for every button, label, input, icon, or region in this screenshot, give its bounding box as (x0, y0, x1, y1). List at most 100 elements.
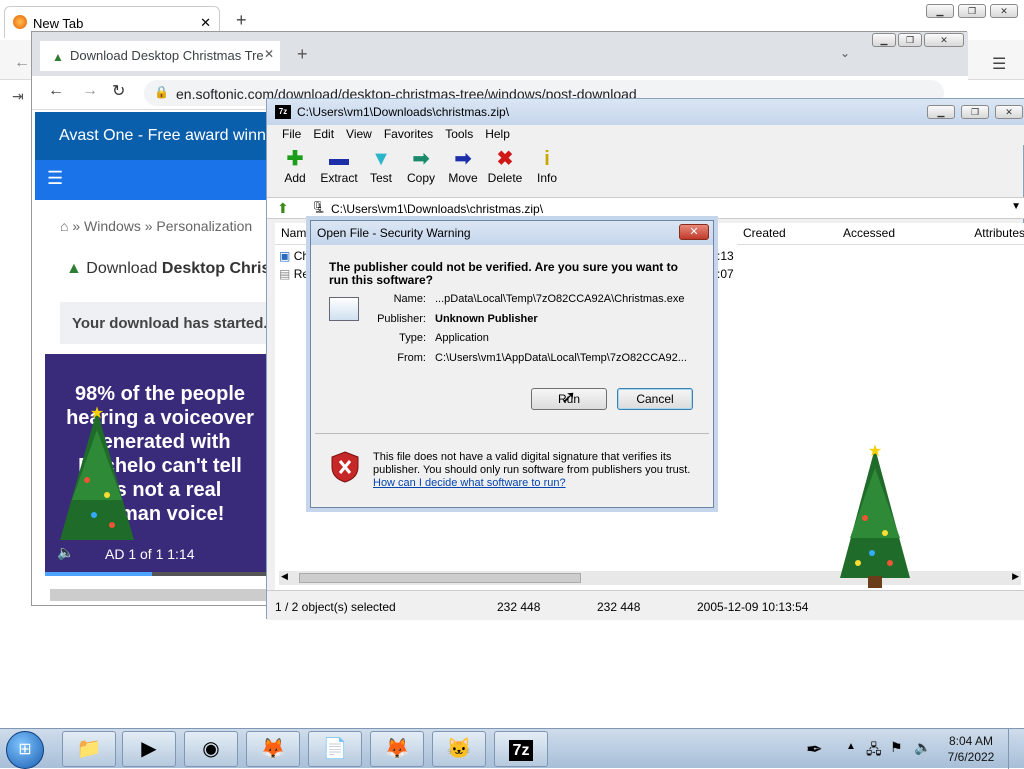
column-accessed[interactable]: Accessed (837, 223, 937, 245)
toolbar-copy-button[interactable]: ➡ Copy (399, 147, 443, 191)
7zip-close-button[interactable]: ✕ (995, 105, 1023, 119)
chrome-tab[interactable]: ▲ Download Desktop Christmas Tre (40, 41, 280, 71)
chrome-maximize-button[interactable]: ❐ (898, 33, 922, 47)
hamburger-icon[interactable]: ☰ (47, 168, 63, 189)
show-hidden-icons[interactable]: ▲ (846, 741, 856, 752)
scroll-left-icon[interactable]: ◀ (281, 571, 288, 582)
home-icon[interactable]: ⌂ (60, 218, 68, 234)
taskbar-app-explorer-icon[interactable]: 📁 (62, 731, 116, 767)
dialog-title: Open File - Security Warning (317, 226, 471, 240)
field-label: From: (397, 351, 426, 364)
toolbar-move-button[interactable]: ➡ Move (441, 147, 485, 191)
zip-icon: 🗜 (311, 200, 327, 214)
column-name[interactable]: Name (275, 223, 315, 245)
minimize-button[interactable]: ▁ (926, 4, 954, 18)
taskbar-app-media-player-icon[interactable]: ▶ (122, 731, 176, 767)
toolbar-add-button[interactable]: ✚ Add (273, 147, 317, 191)
back-icon[interactable]: ← (14, 54, 30, 72)
login-icon[interactable]: ⇥ (12, 88, 24, 105)
taskbar-app-notepad-icon[interactable]: 📄 (308, 731, 362, 767)
taskbar-app-chrome-icon[interactable]: ◉ (184, 731, 238, 767)
firefox-icon (13, 15, 27, 29)
status-packed: 232 448 (597, 600, 641, 614)
video-progress[interactable] (45, 572, 267, 576)
reload-icon[interactable]: ↻ (112, 81, 125, 101)
christmas-tree-image: ★ (840, 443, 910, 588)
menu-help[interactable]: Help (485, 127, 510, 145)
toolbar-label: Delete (487, 171, 523, 185)
toolbar-label: Copy (406, 171, 435, 185)
menu-tools[interactable]: Tools (445, 127, 473, 145)
taskbar-app-cat-app-icon[interactable]: 🐱 (432, 731, 486, 767)
7zip-maximize-button[interactable]: ❐ (961, 105, 989, 119)
close-button[interactable]: ✕ (990, 4, 1018, 18)
pen-tray-icon[interactable]: ✒ (806, 737, 823, 762)
lock-icon: 🔒 (154, 85, 169, 99)
show-desktop-button[interactable] (1008, 729, 1024, 769)
7zip-minimize-button[interactable]: ▁ (927, 105, 955, 119)
action-center-icon[interactable]: ⚑ (890, 739, 903, 756)
toolbar-label: Add (284, 171, 306, 185)
menu-view[interactable]: View (346, 127, 372, 145)
path-dropdown-icon[interactable]: ▼ (1011, 201, 1021, 212)
row-time: :07 (717, 267, 734, 281)
menu-favorites[interactable]: Favorites (384, 127, 433, 145)
dialog-close-button[interactable]: ✕ (679, 224, 709, 240)
taskbar-app-7zip-icon[interactable]: 7z (494, 731, 548, 767)
field-label: Publisher: (377, 312, 426, 325)
new-tab-icon[interactable]: + (297, 44, 308, 65)
notepad-icon: 📄 (322, 738, 348, 760)
maximize-button[interactable]: ❐ (958, 4, 986, 18)
toolbar-label: Move (448, 171, 478, 185)
7zip-path-text: C:\Users\vm1\Downloads\christmas.zip\ (331, 202, 544, 216)
7zip-titlebar: 7z C:\Users\vm1\Downloads\christmas.zip\… (267, 99, 1024, 125)
scroll-thumb[interactable] (299, 573, 581, 583)
menu-file[interactable]: File (282, 127, 301, 145)
volume-icon[interactable]: 🔈 (914, 739, 931, 756)
breadcrumb-personalization[interactable]: Personalization (156, 218, 252, 234)
status-size: 232 448 (497, 600, 541, 614)
menu-edit[interactable]: Edit (313, 127, 334, 145)
toolbar-delete-button[interactable]: ✖ Delete (483, 147, 527, 191)
dialog-question: The publisher could not be verified. Are… (329, 260, 678, 287)
column-attributes[interactable]: Attributes (937, 223, 1024, 245)
chrome-close-button[interactable]: ✕ (924, 33, 964, 47)
network-icon[interactable]: 🖧 (866, 739, 882, 763)
toolbar-test-button[interactable]: ▼ Test (359, 147, 403, 191)
cancel-button[interactable]: Cancel (617, 388, 693, 410)
breadcrumb-windows[interactable]: Windows (84, 218, 141, 234)
7zip-path-bar[interactable]: ⬆ 🗜 C:\Users\vm1\Downloads\christmas.zip… (267, 197, 1024, 219)
menu-icon[interactable]: ☰ (992, 54, 1006, 74)
chrome-minimize-button[interactable]: ▁ (872, 33, 896, 47)
toolbar-info-button[interactable]: i Info (525, 147, 569, 191)
7zip-menu: File Edit View Favorites Tools Help (267, 125, 1024, 145)
help-link[interactable]: How can I decide what software to run? (373, 477, 566, 489)
forward-icon[interactable]: → (82, 82, 98, 100)
close-tab-icon[interactable]: ✕ (264, 47, 274, 61)
clock-date: 7/6/2022 (947, 750, 995, 764)
back-icon[interactable]: ← (48, 82, 64, 100)
scroll-right-icon[interactable]: ▶ (1012, 571, 1019, 582)
start-button[interactable]: ⊞ (6, 731, 44, 769)
column-created[interactable]: Created (737, 223, 837, 245)
taskbar-app-firefox-icon[interactable]: 🦊 (370, 731, 424, 767)
toolbar-extract-button[interactable]: ▬ Extract (317, 147, 361, 191)
up-folder-icon[interactable]: ⬆ (277, 200, 289, 217)
firefox-tab-title: New Tab (33, 16, 84, 31)
file-icon: ▣ (279, 249, 291, 263)
firefox-icon: 🦊 (260, 738, 286, 760)
taskbar: ⊞ 📁 ▶ ◉ 🦊 📄 🦊 🐱 7z ✒ ▲ 🖧 ⚑ 🔈 8:04 AM 7/6/2022 (0, 728, 1024, 769)
dialog-warning-text: This file does not have a valid digital … (373, 451, 691, 476)
tab-search-icon[interactable]: ⌄ (840, 46, 850, 60)
dialog-divider (315, 433, 709, 434)
new-tab-icon[interactable]: + (236, 10, 247, 31)
row-time: :13 (717, 249, 734, 263)
christmas-tree-image: ★ (60, 405, 134, 540)
taskbar-app-firefox-icon[interactable]: 🦊 (246, 731, 300, 767)
clock[interactable]: 8:04 AM 7/6/2022 (946, 733, 996, 765)
copy-icon: ➡ (412, 148, 430, 170)
add-icon: ✚ (286, 148, 304, 170)
delete-icon: ✖ (496, 148, 514, 170)
close-tab-icon[interactable]: ✕ (200, 15, 211, 31)
file-icon: ▤ (279, 267, 291, 281)
